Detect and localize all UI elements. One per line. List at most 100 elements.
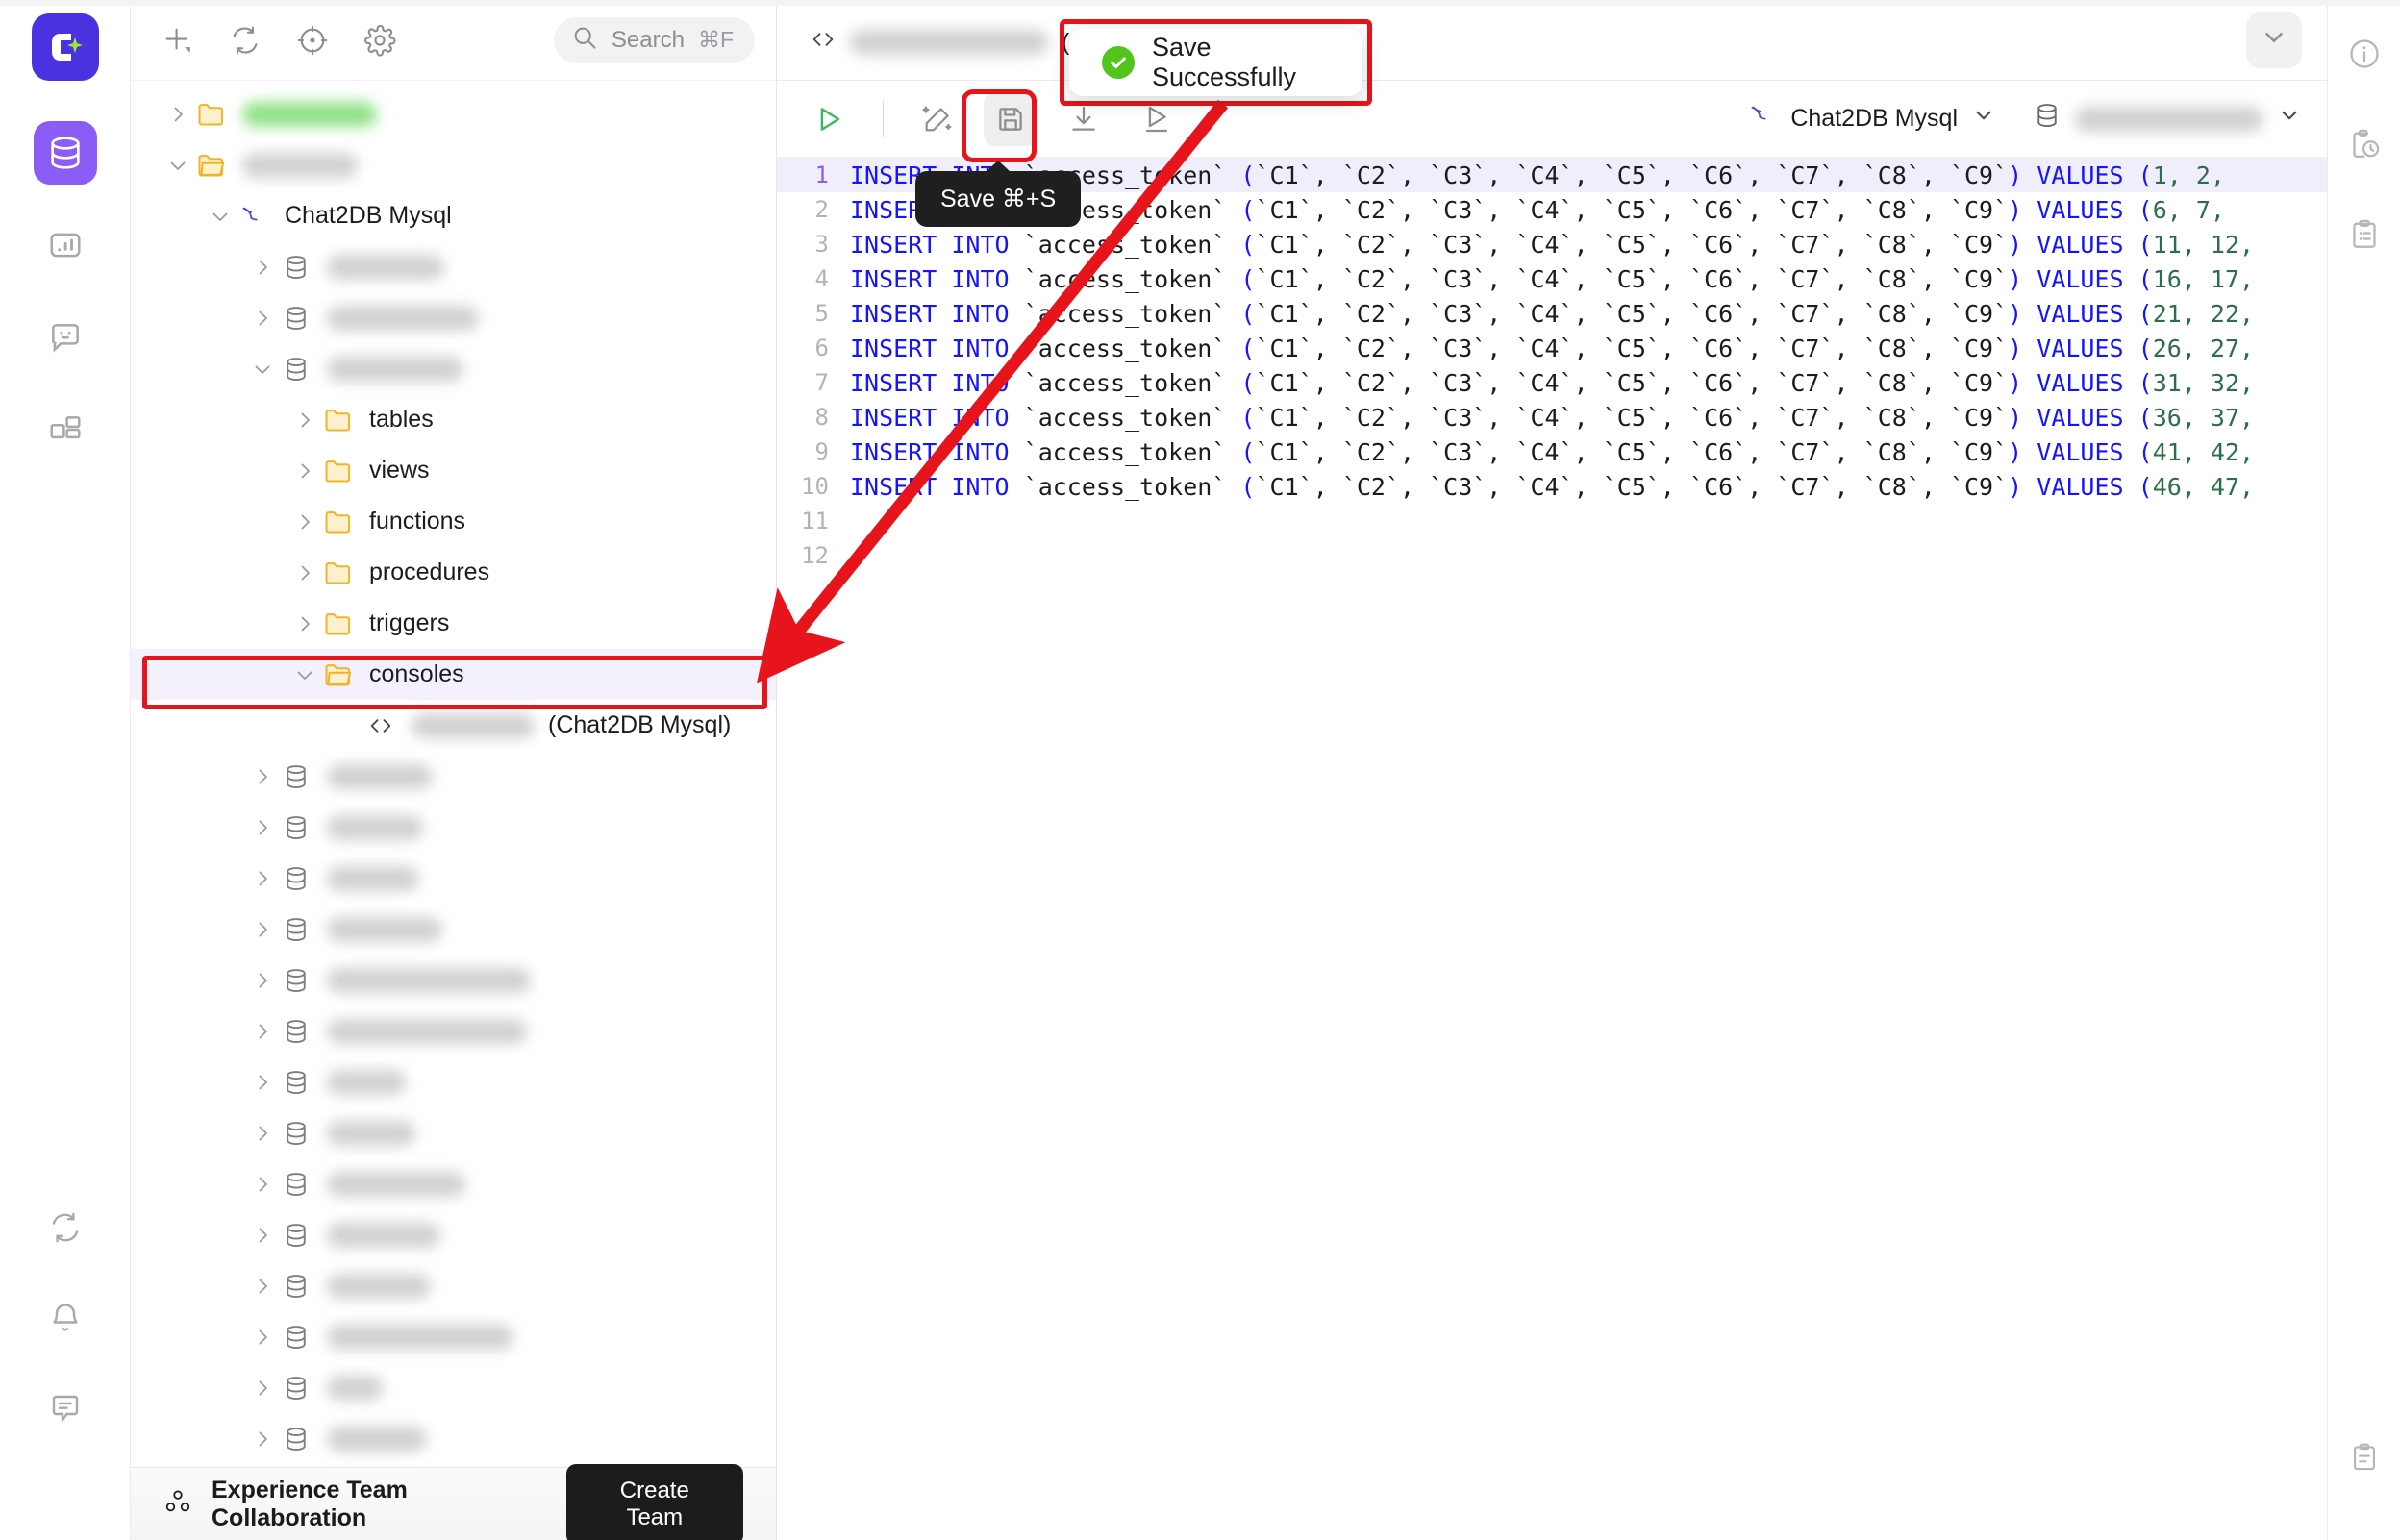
chevron-right-icon[interactable] [248,1275,277,1298]
rail-item-ai-chat[interactable] [34,306,97,369]
tree-node-procedures[interactable]: procedures [131,547,776,598]
tree-node-views[interactable]: views [131,445,776,496]
tree-node-chat2db-mysql[interactable]: (Chat2DB Mysql) [131,700,776,751]
rail-item-extensions[interactable] [34,398,97,461]
rail-item-feedback[interactable] [34,1377,97,1440]
tree-node-database[interactable] [131,241,776,292]
database-tree[interactable]: Chat2DB Mysql tables views functions procedu… [131,81,776,1467]
connection-selector[interactable]: Chat2DB Mysql [1748,101,1996,137]
tree-node-database[interactable] [131,853,776,904]
rail-item-sync[interactable] [34,1196,97,1259]
chevron-down-icon[interactable] [206,205,235,228]
tree-node-database[interactable] [131,1311,776,1362]
code-line[interactable]: 9 INSERT INTO `access_token` (`C1`, `C2`,… [777,435,2327,469]
chevron-down-icon[interactable] [163,154,192,177]
chevron-down-icon[interactable] [248,358,277,381]
line-number: 5 [814,300,829,327]
tree-node-triggers[interactable]: triggers [131,598,776,649]
info-panel-button[interactable] [2336,25,2393,83]
chevron-right-icon[interactable] [290,561,319,584]
chevron-right-icon[interactable] [248,1428,277,1451]
tree-node-database[interactable] [131,343,776,394]
code-line[interactable]: 3 INSERT INTO `access_token` (`C1`, `C2`,… [777,227,2327,261]
sql-editor[interactable]: 1 INSERT INTO `access_token` (`C1`, `C2`,… [777,158,2327,1540]
tree-node-name-blurred [412,712,535,738]
tree-node-label: procedures [369,559,490,585]
tree-node-functions[interactable]: functions [131,496,776,547]
refresh-tree-button[interactable] [223,18,267,62]
tree-node-database[interactable] [131,1056,776,1107]
tree-node-database[interactable] [131,1158,776,1209]
tree-node-database[interactable] [131,802,776,853]
code-line[interactable]: 12 [777,538,2327,573]
chevron-right-icon[interactable] [290,409,319,432]
code-line[interactable]: 4 INSERT INTO `access_token` (`C1`, `C2`,… [777,261,2327,296]
chevron-right-icon[interactable] [290,460,319,483]
code-line[interactable]: 10 INSERT INTO `access_token` (`C1`, `C2`… [777,469,2327,504]
database-small-icon [277,966,315,995]
add-datasource-button[interactable] [156,18,200,62]
tree-node-database[interactable] [131,292,776,343]
chevron-right-icon[interactable] [248,1071,277,1094]
rail-item-notifications[interactable] [34,1286,97,1350]
tree-node-database[interactable] [131,88,776,139]
chevron-right-icon[interactable] [248,969,277,992]
code-line[interactable]: 7 INSERT INTO `access_token` (`C1`, `C2`,… [777,365,2327,400]
chevron-right-icon[interactable] [248,816,277,839]
code-line[interactable]: 11 [777,504,2327,538]
code-line[interactable]: 6 INSERT INTO `access_token` (`C1`, `C2`,… [777,331,2327,365]
chevron-right-icon[interactable] [248,1326,277,1349]
tree-node-database[interactable] [131,1209,776,1260]
bottom-clipboard-button[interactable] [2336,1428,2393,1486]
ai-format-button[interactable] [911,92,964,146]
code-line[interactable]: 8 INSERT INTO `access_token` (`C1`, `C2`,… [777,400,2327,435]
tree-node-label: Chat2DB Mysql [285,202,452,229]
tree-node-database[interactable] [131,1464,776,1467]
chevron-right-icon[interactable] [248,256,277,279]
tree-node-database[interactable] [131,955,776,1006]
tree-node-database[interactable] [131,751,776,802]
collapse-panel-button[interactable] [2246,12,2302,68]
code-line[interactable]: 5 INSERT INTO `access_token` (`C1`, `C2`,… [777,296,2327,331]
execution-history-button[interactable] [2336,115,2393,173]
chevron-right-icon[interactable] [248,307,277,330]
tree-node-database[interactable] [131,904,776,955]
save-button[interactable] [984,91,1038,146]
folder-open-icon [192,149,231,182]
team-collaboration-bar: Experience Team Collaboration Create Tea… [131,1463,776,1540]
tree-node-database[interactable] [131,1006,776,1056]
chevron-right-icon[interactable] [248,1122,277,1145]
create-team-button[interactable]: Create Team [565,1463,743,1540]
chevron-right-icon[interactable] [248,918,277,941]
saved-queries-button[interactable] [2336,206,2393,263]
chevron-right-icon[interactable] [248,765,277,788]
tree-node-label: views [369,457,430,484]
settings-button[interactable] [358,18,402,62]
chevron-right-icon[interactable] [248,867,277,890]
chevron-right-icon[interactable] [248,1020,277,1043]
locate-button[interactable] [290,18,335,62]
tree-node-tables[interactable]: tables [131,394,776,445]
tree-node-database[interactable] [131,1260,776,1311]
chevron-right-icon[interactable] [248,1173,277,1196]
tree-node-database[interactable] [131,1362,776,1413]
tree-node-database[interactable] [131,1413,776,1464]
chevron-right-icon[interactable] [290,510,319,534]
download-button[interactable] [1057,92,1111,146]
search-input[interactable]: Search ⌘F [553,16,755,63]
tree-node-name-blurred [327,356,463,382]
database-selector[interactable] [2033,101,2302,137]
chevron-right-icon[interactable] [163,103,192,126]
chevron-right-icon[interactable] [290,612,319,635]
chevron-right-icon[interactable] [248,1377,277,1400]
rail-item-database[interactable] [33,121,97,185]
tree-node-database[interactable] [131,139,776,190]
rail-item-dashboard[interactable] [34,213,97,277]
chevron-down-icon[interactable] [290,663,319,686]
tree-node-chat2db-mysql[interactable]: Chat2DB Mysql [131,190,776,241]
execute-current-button[interactable] [1130,92,1184,146]
execute-button[interactable] [802,92,856,146]
tree-node-consoles[interactable]: consoles [131,649,776,700]
tree-node-database[interactable] [131,1107,776,1158]
chevron-right-icon[interactable] [248,1224,277,1247]
